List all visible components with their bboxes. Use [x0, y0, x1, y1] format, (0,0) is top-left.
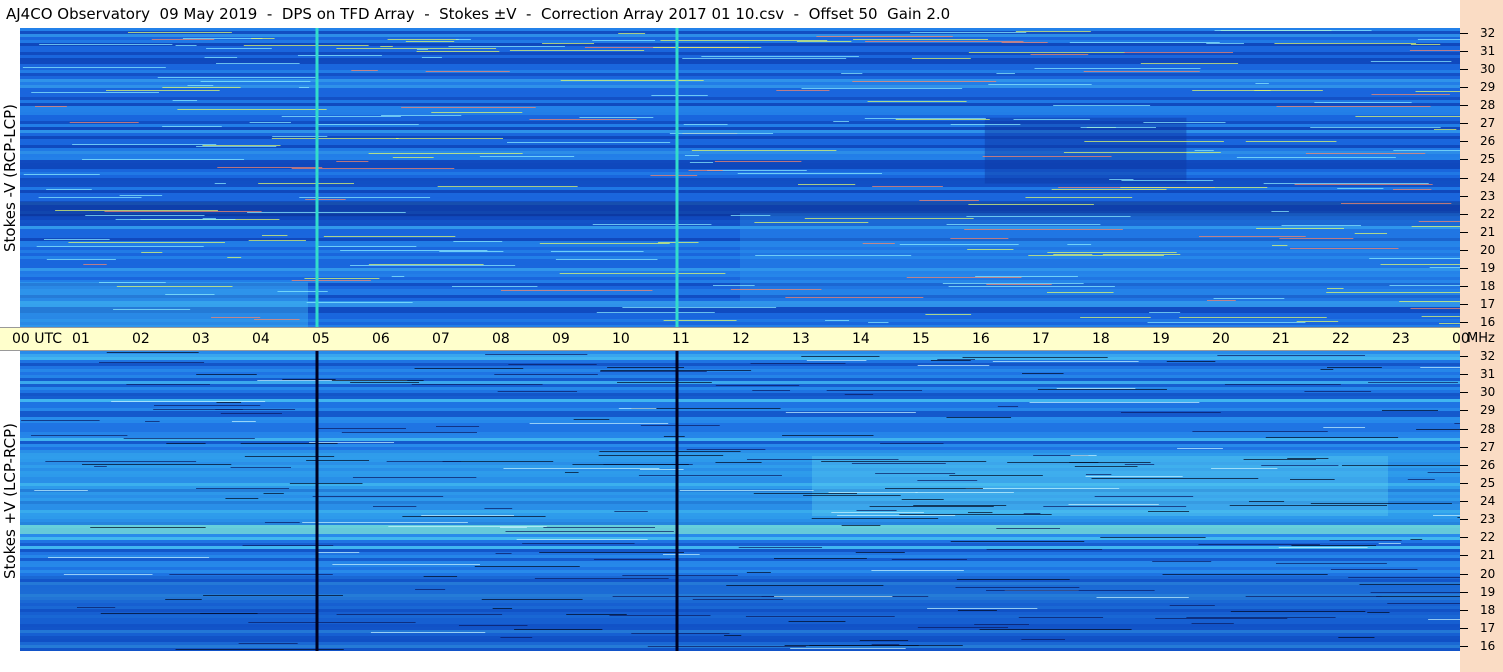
freq-tick-label: 18 [1480, 278, 1496, 293]
freq-tick-label: 23 [1480, 188, 1496, 203]
freq-tick-mark [1460, 374, 1468, 376]
freq-tick-label: 25 [1480, 475, 1496, 490]
bottom-panel-ylabel: Stokes +V (LCP-RCP) [1, 423, 19, 579]
chart-title: AJ4CO Observatory 09 May 2019 - DPS on T… [0, 0, 1460, 28]
freq-tick-label: 17 [1480, 620, 1496, 635]
freq-tick-label: 22 [1480, 530, 1496, 545]
time-tick-label: 06 [372, 331, 390, 347]
freq-tick-mark [1460, 428, 1468, 430]
freq-tick-mark [1460, 356, 1468, 357]
freq-tick-mark [1460, 392, 1468, 394]
top-panel-ylabel: Stokes -V (RCP-LCP) [1, 103, 19, 252]
freq-tick-label: 24 [1480, 170, 1496, 185]
freq-tick-label: 18 [1480, 602, 1496, 617]
time-tick-label: 14 [852, 331, 870, 347]
time-tick-label: 12 [732, 331, 750, 347]
freq-tick-mark [1460, 231, 1468, 233]
time-tick-label: 00 UTC [12, 331, 63, 347]
freq-tick-mark [1460, 519, 1468, 521]
freq-tick-mark [1460, 322, 1468, 323]
freq-tick-mark [1460, 446, 1468, 448]
time-tick-label: 11 [672, 331, 690, 347]
freq-tick-mark [1460, 213, 1468, 215]
time-tick-label: 01 [72, 331, 90, 347]
time-tick-label: 10 [612, 331, 630, 347]
time-tick-label: 03 [192, 331, 210, 347]
freq-tick-mark [1460, 159, 1468, 161]
time-tick-label: 20 [1212, 331, 1230, 347]
freq-tick-mark [1460, 87, 1468, 89]
time-tick-label: 09 [552, 331, 570, 347]
time-tick-label: 04 [252, 331, 270, 347]
freq-tick-mark [1460, 627, 1468, 629]
freq-tick-mark [1460, 51, 1468, 53]
time-tick-label: 08 [492, 331, 510, 347]
freq-tick-label: 20 [1480, 566, 1496, 581]
freq-tick-label: 26 [1480, 457, 1496, 472]
time-tick-label: 15 [912, 331, 930, 347]
freq-tick-label: 20 [1480, 242, 1496, 257]
freq-tick-label: 32 [1480, 349, 1496, 363]
freq-tick-label: 31 [1480, 367, 1496, 382]
freq-tick-label: 30 [1480, 62, 1496, 77]
time-tick-label: 17 [1032, 331, 1050, 347]
freq-tick-mark [1460, 464, 1468, 466]
time-tick-label: 07 [432, 331, 450, 347]
freq-tick-label: 29 [1480, 80, 1496, 95]
freq-tick-mark [1460, 303, 1468, 305]
freq-tick-mark [1460, 501, 1468, 502]
time-tick-label: 22 [1332, 331, 1350, 347]
freq-tick-mark [1460, 285, 1468, 287]
freq-tick-label: 19 [1480, 260, 1496, 275]
freq-tick-label: 22 [1480, 206, 1496, 221]
freq-tick-mark [1460, 410, 1468, 412]
freq-tick-mark [1460, 141, 1468, 143]
freq-tick-label: 16 [1480, 639, 1496, 653]
time-tick-label: 23 [1392, 331, 1410, 347]
freq-tick-mark [1460, 33, 1468, 34]
freq-tick-mark [1460, 482, 1468, 484]
freq-tick-label: 28 [1480, 98, 1496, 113]
freq-tick-label: 16 [1480, 315, 1496, 329]
freq-tick-label: 25 [1480, 152, 1496, 167]
freq-tick-label: 32 [1480, 26, 1496, 40]
freq-tick-label: 31 [1480, 44, 1496, 59]
freq-tick-label: 19 [1480, 584, 1496, 599]
time-tick-label: 16 [972, 331, 990, 347]
spectrogram-stokes-minus-v [20, 28, 1460, 327]
freq-tick-mark [1460, 249, 1468, 251]
freq-tick-mark [1460, 646, 1468, 647]
freq-tick-mark [1460, 591, 1468, 593]
time-tick-label: 18 [1092, 331, 1110, 347]
freq-tick-mark [1460, 123, 1468, 125]
freq-tick-label: 27 [1480, 439, 1496, 454]
time-tick-label: 19 [1152, 331, 1170, 347]
freq-tick-label: 29 [1480, 403, 1496, 418]
freq-tick-mark [1460, 573, 1468, 575]
freq-tick-label: 28 [1480, 421, 1496, 436]
freq-tick-mark [1460, 267, 1468, 269]
freq-tick-label: 26 [1480, 134, 1496, 149]
freq-tick-label: 30 [1480, 385, 1496, 400]
utc-time-axis: 00 UTC 01 02 03 04 05 06 07 08 09 10 11 12 13 14 15 16 17… [0, 327, 1470, 351]
spectrogram-stokes-plus-v [20, 351, 1460, 651]
time-tick-label: 21 [1272, 331, 1290, 347]
mhz-unit-label: MHz [1467, 331, 1495, 346]
freq-tick-mark [1460, 105, 1468, 107]
freq-tick-label: 21 [1480, 548, 1496, 563]
freq-tick-label: 24 [1480, 494, 1496, 508]
freq-tick-label: 21 [1480, 224, 1496, 239]
time-tick-label: 05 [312, 331, 330, 347]
freq-tick-label: 27 [1480, 116, 1496, 131]
time-tick-label: 13 [792, 331, 810, 347]
freq-tick-mark [1460, 195, 1468, 197]
freq-tick-mark [1460, 609, 1468, 611]
freq-tick-label: 23 [1480, 512, 1496, 527]
freq-tick-label: 17 [1480, 296, 1496, 311]
freq-tick-mark [1460, 177, 1468, 179]
freq-tick-mark [1460, 555, 1468, 557]
time-tick-label: 02 [132, 331, 150, 347]
freq-tick-mark [1460, 537, 1468, 539]
freq-tick-mark [1460, 69, 1468, 71]
